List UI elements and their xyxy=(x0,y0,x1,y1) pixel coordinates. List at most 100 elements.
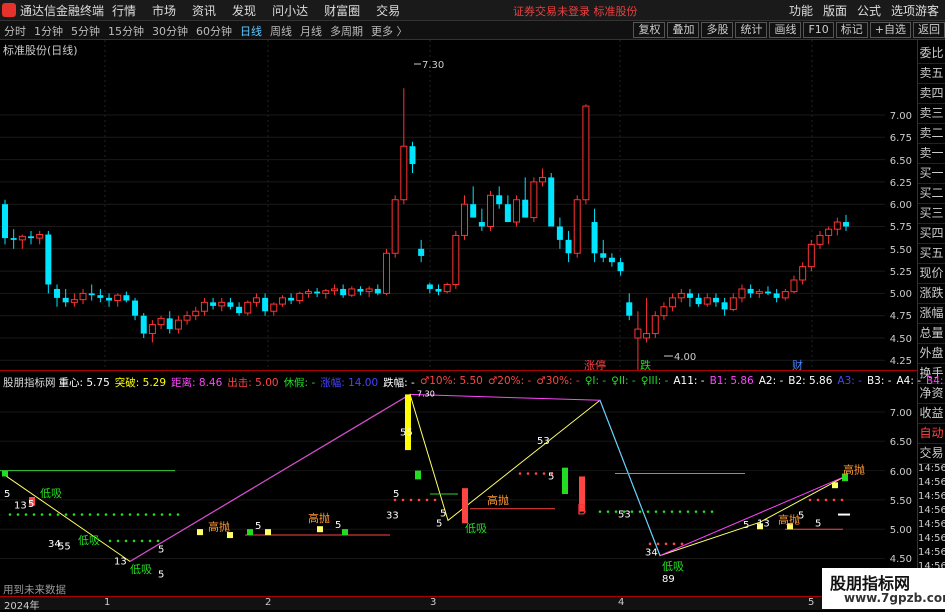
side-item-volume[interactable]: 总量 xyxy=(918,324,945,344)
tab-60min[interactable]: 60分钟 xyxy=(196,23,232,39)
tab-1min[interactable]: 1分钟 xyxy=(34,23,63,39)
guest-button[interactable]: 游客 xyxy=(915,2,939,19)
indicator-number: 5 xyxy=(158,569,164,580)
indicator-number: 53 xyxy=(618,509,631,520)
candle-body xyxy=(305,292,311,294)
tab-multi-period[interactable]: 多周期 xyxy=(330,23,363,39)
candle-body xyxy=(357,289,363,292)
side-item-change-pct[interactable]: 涨幅 xyxy=(918,304,945,324)
tab-weekly[interactable]: 周线 xyxy=(270,23,292,39)
dot xyxy=(133,540,136,543)
side-item-buy1[interactable]: 买一 xyxy=(918,164,945,184)
side-item-change[interactable]: 涨跌 xyxy=(918,284,945,304)
side-item-buy3[interactable]: 买三 xyxy=(918,204,945,224)
candlestick-chart[interactable]: 7.00 6.75 6.50 6.25 6.00 5.75 5.50 5.25 … xyxy=(0,40,918,370)
side-item-earnings[interactable]: 收益 xyxy=(918,404,945,424)
tab-more[interactable]: 更多 〉 xyxy=(371,23,408,39)
tab-30min[interactable]: 30分钟 xyxy=(152,23,188,39)
tab-monthly[interactable]: 月线 xyxy=(300,23,322,39)
side-item-buy2[interactable]: 买二 xyxy=(918,184,945,204)
y-tick: 6.75 xyxy=(890,133,912,144)
dot xyxy=(599,510,602,513)
side-item-sell1[interactable]: 卖一 xyxy=(918,144,945,164)
candle-body xyxy=(193,311,199,315)
tab-timeshare[interactable]: 分时 xyxy=(4,23,26,39)
multi-stock-button[interactable]: 多股 xyxy=(701,22,733,38)
date-label: 2 xyxy=(265,597,271,608)
indicator-number: 13 xyxy=(14,501,27,512)
dot xyxy=(607,510,610,513)
ind-y-tick: 4.50 xyxy=(890,554,912,565)
add-watchlist-button[interactable]: +自选 xyxy=(870,22,911,38)
side-item-trade[interactable]: 交易 xyxy=(918,444,945,464)
dot xyxy=(145,513,148,516)
login-alert[interactable]: 证券交易未登录 标准股份 xyxy=(513,3,638,19)
signal-bar xyxy=(317,526,323,532)
side-item-outer-vol[interactable]: 外盘 xyxy=(918,344,945,364)
dot xyxy=(825,499,828,502)
menu-item-market[interactable]: 市场 xyxy=(152,2,176,19)
menu-item-options[interactable]: 选项 xyxy=(891,2,915,19)
tab-daily[interactable]: 日线 xyxy=(240,23,262,39)
side-item-buy5[interactable]: 买五 xyxy=(918,244,945,264)
candle-body xyxy=(262,298,268,311)
tab-5min[interactable]: 5分钟 xyxy=(71,23,100,39)
candle-body xyxy=(713,298,719,302)
y-tick: 4.25 xyxy=(890,356,912,367)
menu-item-discover[interactable]: 发现 xyxy=(232,2,256,19)
dot xyxy=(402,499,405,502)
restore-rights-button[interactable]: 复权 xyxy=(633,22,665,38)
side-item-wei-bi[interactable]: 委比 xyxy=(918,44,945,64)
side-item-sell5[interactable]: 卖五 xyxy=(918,64,945,84)
candle-body xyxy=(184,316,190,320)
menu-item-layout[interactable]: 版面 xyxy=(823,2,847,19)
indicator-name[interactable]: 股朋指标网 xyxy=(3,375,56,390)
indicator-number: 53 xyxy=(537,436,550,447)
menu-item-quotes[interactable]: 行情 xyxy=(112,2,136,19)
mark-button[interactable]: 标记 xyxy=(836,22,868,38)
side-item-auto[interactable]: 自动 xyxy=(918,424,945,444)
low-price-label: 4.00 xyxy=(674,352,696,363)
f10-button[interactable]: F10 xyxy=(803,22,833,38)
menu-item-trade[interactable]: 交易 xyxy=(376,2,400,19)
candle-body xyxy=(774,293,780,297)
indicator-chart[interactable]: 51334555135553355555535533489513555高抛高抛高… xyxy=(0,390,918,596)
side-item-buy4[interactable]: 买四 xyxy=(918,224,945,244)
candle-body xyxy=(2,204,8,238)
candle-body xyxy=(141,316,147,334)
date-label: 2024年 xyxy=(4,597,39,612)
tab-15min[interactable]: 15分钟 xyxy=(108,23,144,39)
menu-item-formula[interactable]: 公式 xyxy=(857,2,881,19)
side-item-price[interactable]: 现价 xyxy=(918,264,945,284)
candle-body xyxy=(548,177,554,226)
indicator-number: 5 xyxy=(28,499,34,510)
side-item-sell4[interactable]: 卖四 xyxy=(918,84,945,104)
indicator-field: ♂30%: - xyxy=(536,375,579,390)
dot xyxy=(695,510,698,513)
zigzag-line xyxy=(5,394,845,561)
overlay-button[interactable]: 叠加 xyxy=(667,22,699,38)
candle-body xyxy=(756,292,762,294)
menu-item-function[interactable]: 功能 xyxy=(789,2,813,19)
period-toolbar: 分时 1分钟 5分钟 15分钟 30分钟 60分钟 日线 周线 月线 多周期 更… xyxy=(0,21,945,40)
y-tick: 5.25 xyxy=(890,267,912,278)
side-item-sell3[interactable]: 卖三 xyxy=(918,104,945,124)
draw-line-button[interactable]: 画线 xyxy=(769,22,801,38)
candle-body xyxy=(132,301,138,316)
indicator-field: B1: 5.86 xyxy=(710,375,754,390)
menu-item-wealth[interactable]: 财富圈 xyxy=(324,2,360,19)
signal-bar xyxy=(342,529,348,535)
indicator-number: 34 xyxy=(645,548,658,559)
ind-y-tick: 5.00 xyxy=(890,525,912,536)
statistics-button[interactable]: 统计 xyxy=(735,22,767,38)
sell-label: 高抛 xyxy=(208,519,230,533)
menu-item-ask[interactable]: 问小达 xyxy=(272,2,308,19)
high-price-label: 7.30 xyxy=(422,60,444,71)
indicator-number: 5 xyxy=(255,521,261,532)
candle-body xyxy=(297,293,303,300)
candle-body xyxy=(514,200,520,222)
back-button[interactable]: 返回 xyxy=(913,22,945,38)
side-item-sell2[interactable]: 卖二 xyxy=(918,124,945,144)
menu-item-news[interactable]: 资讯 xyxy=(192,2,216,19)
candle-body xyxy=(843,222,849,226)
